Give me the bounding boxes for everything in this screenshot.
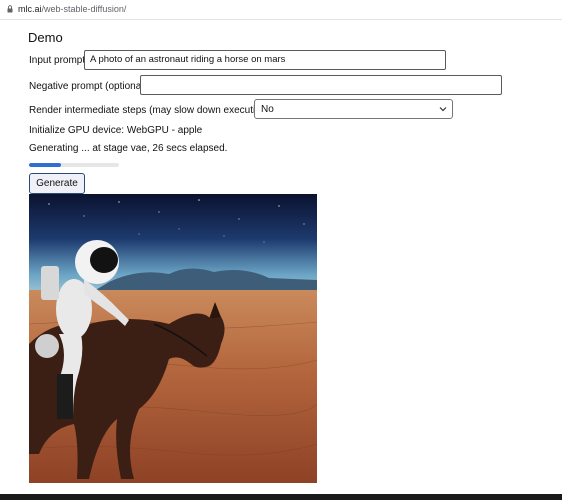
render-steps-value: No xyxy=(261,104,274,115)
generation-status: Generating ... at stage vae, 26 secs ela… xyxy=(29,143,228,154)
render-steps-label: Render intermediate steps (may slow down… xyxy=(29,105,276,116)
url-path: /web-stable-diffusion/ xyxy=(41,4,127,14)
progress-fill xyxy=(29,163,61,167)
input-prompt-field[interactable]: A photo of an astronaut riding a horse o… xyxy=(84,50,446,70)
gpu-status: Initialize GPU device: WebGPU - apple xyxy=(29,125,203,136)
address-bar[interactable]: mlc.ai/web-stable-diffusion/ xyxy=(0,0,562,20)
lock-icon xyxy=(7,5,13,13)
negative-prompt-field[interactable] xyxy=(140,75,502,95)
progress-bar xyxy=(29,163,119,167)
generated-image xyxy=(29,194,317,483)
generate-button[interactable]: Generate xyxy=(29,173,85,194)
page-title: Demo xyxy=(28,30,63,45)
url-text: mlc.ai/web-stable-diffusion/ xyxy=(18,4,126,14)
input-prompt-label: Input prompt: xyxy=(29,55,88,66)
chevron-down-icon xyxy=(439,107,447,112)
url-host: mlc.ai xyxy=(18,4,42,14)
negative-prompt-label: Negative prompt (optional): xyxy=(29,81,150,92)
render-steps-select[interactable]: No xyxy=(254,99,453,119)
astronaut-horse-image xyxy=(29,194,317,483)
taskbar xyxy=(0,494,562,500)
page-content: Demo Input prompt: A photo of an astrona… xyxy=(0,20,562,494)
